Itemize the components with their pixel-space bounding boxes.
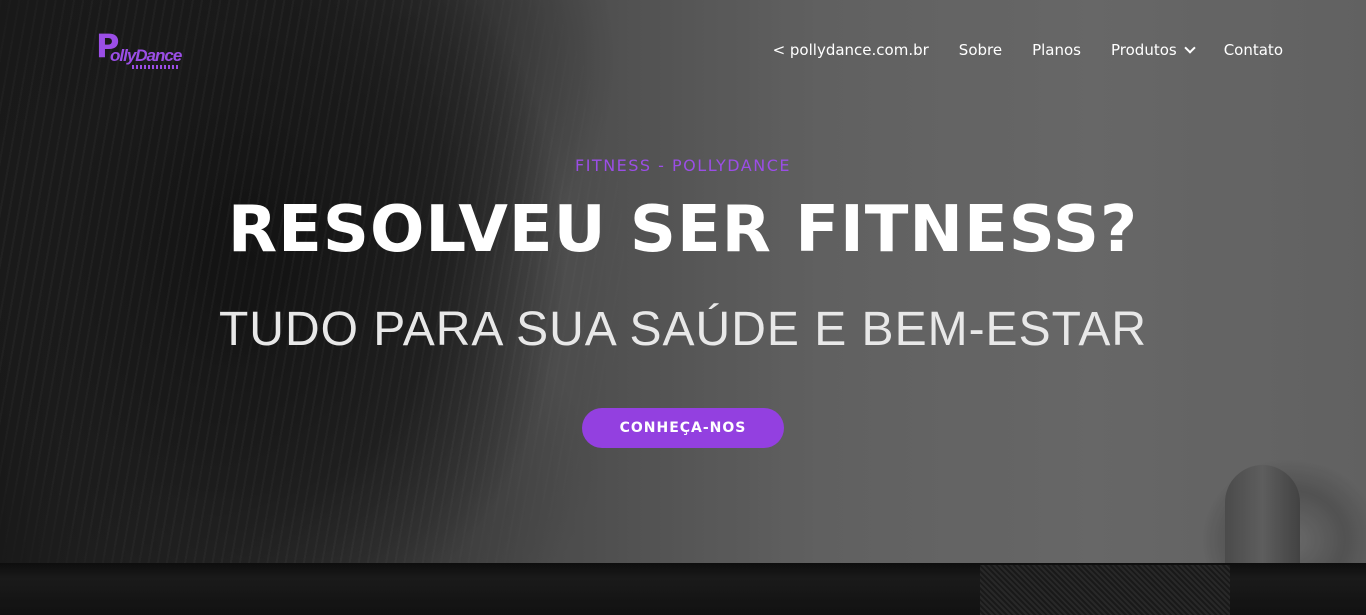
hero-kicker: FITNESS - POLLYDANCE: [575, 156, 791, 175]
hero-subheadline: TUDO PARA SUA SAÚDE E BEM-ESTAR: [218, 303, 1148, 356]
hero-section: P ollyDance < pollydance.com.br Sobre Pl…: [0, 0, 1366, 615]
conheca-nos-button[interactable]: CONHEÇA-NOS: [582, 408, 784, 448]
hero-content: FITNESS - POLLYDANCE RESOLVEU SER FITNES…: [0, 0, 1366, 615]
hero-headline: RESOLVEU SER FITNESS?: [227, 193, 1139, 267]
